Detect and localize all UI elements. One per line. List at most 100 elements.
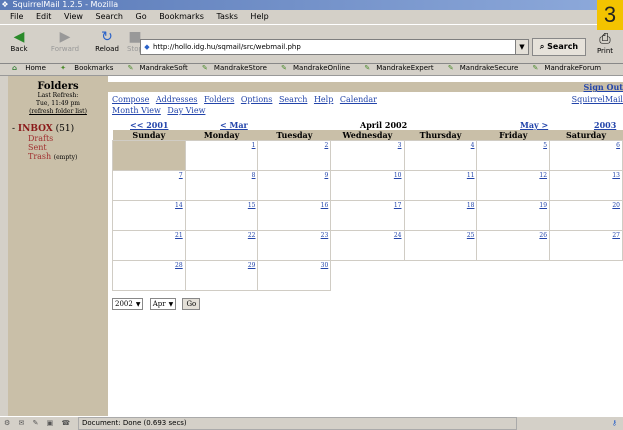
bookmark-mandrakeexpert[interactable]: ✎MandrakeExpert [358, 64, 433, 72]
refresh-folder-list-link[interactable]: (refresh folder list) [29, 108, 87, 115]
sidebar-splitter[interactable] [0, 76, 8, 416]
calendar-day-cell[interactable]: 18 [404, 201, 477, 231]
calendar-day-link[interactable]: 15 [248, 202, 256, 209]
calendar-day-link[interactable]: 5 [543, 142, 547, 149]
back-button[interactable]: ◀ Back [4, 29, 34, 53]
component-bar-icons[interactable]: ⚙ ✉ ✎ ▣ ☎ [4, 417, 73, 430]
month-view-link[interactable]: Month View [112, 106, 161, 115]
calendar-day-cell[interactable]: 11 [404, 171, 477, 201]
calendar-day-cell[interactable]: 13 [550, 171, 623, 201]
compose-link[interactable]: Compose [112, 95, 149, 104]
menu-file[interactable]: File [10, 12, 23, 21]
calendar-day-link[interactable]: 9 [324, 172, 328, 179]
prev-month-link[interactable]: < Mar [220, 120, 248, 130]
calendar-day-cell[interactable]: 26 [477, 231, 550, 261]
calendar-day-cell[interactable]: 5 [477, 141, 550, 171]
reload-button[interactable]: ↻ Reload [92, 29, 122, 53]
print-button[interactable]: ⎙ Print [590, 31, 620, 55]
calendar-day-link[interactable]: 21 [175, 232, 183, 239]
calendar-day-cell[interactable]: 30 [258, 261, 331, 291]
next-month-link[interactable]: May > [520, 120, 548, 130]
menu-help[interactable]: Help [250, 12, 268, 21]
calendar-day-link[interactable]: 10 [394, 172, 402, 179]
menu-go[interactable]: Go [136, 12, 147, 21]
calendar-day-link[interactable]: 27 [612, 232, 620, 239]
calendar-day-link[interactable]: 4 [471, 142, 475, 149]
calendar-day-link[interactable]: 28 [175, 262, 183, 269]
calendar-day-cell[interactable]: 21 [113, 231, 186, 261]
calendar-day-link[interactable]: 14 [175, 202, 183, 209]
menu-bookmarks[interactable]: Bookmarks [159, 12, 204, 21]
calendar-day-link[interactable]: 30 [321, 262, 329, 269]
folder-inbox[interactable]: - INBOX (51) [12, 124, 108, 134]
year-select[interactable]: 2002▼ [112, 298, 143, 310]
calendar-day-cell[interactable]: 15 [185, 201, 258, 231]
folder-sent[interactable]: Sent [28, 143, 108, 152]
calendar-day-link[interactable]: 29 [248, 262, 256, 269]
calendar-day-cell[interactable]: 28 [113, 261, 186, 291]
bookmark-mandrakesoft[interactable]: ✎MandrakeSoft [122, 64, 188, 72]
calendar-day-cell[interactable]: 12 [477, 171, 550, 201]
calendar-day-cell[interactable]: 10 [331, 171, 404, 201]
calendar-day-link[interactable]: 6 [616, 142, 620, 149]
go-button[interactable]: Go [182, 298, 200, 310]
calendar-day-cell[interactable]: 25 [404, 231, 477, 261]
calendar-day-cell[interactable]: 2 [258, 141, 331, 171]
menu-search[interactable]: Search [96, 12, 123, 21]
calendar-day-cell[interactable]: 14 [113, 201, 186, 231]
day-view-link[interactable]: Day View [167, 106, 205, 115]
search-button[interactable]: ⌕ Search [532, 38, 586, 56]
calendar-day-cell[interactable]: 17 [331, 201, 404, 231]
calendar-day-cell[interactable]: 24 [331, 231, 404, 261]
calendar-day-link[interactable]: 12 [539, 172, 547, 179]
bookmarks-link[interactable]: ✦ Bookmarks [54, 64, 113, 72]
sign-out-link[interactable]: Sign Out [584, 82, 623, 92]
calendar-day-link[interactable]: 13 [612, 172, 620, 179]
search-link[interactable]: Search [279, 95, 307, 104]
calendar-day-cell[interactable]: 1 [185, 141, 258, 171]
calendar-day-cell[interactable]: 9 [258, 171, 331, 201]
calendar-day-link[interactable]: 24 [394, 232, 402, 239]
help-link[interactable]: Help [314, 95, 333, 104]
calendar-day-cell[interactable]: 7 [113, 171, 186, 201]
menu-view[interactable]: View [64, 12, 83, 21]
calendar-day-cell[interactable]: 20 [550, 201, 623, 231]
bookmark-mandrakestore[interactable]: ✎MandrakeStore [196, 64, 267, 72]
folder-trash[interactable]: Trash (empty) [28, 152, 108, 162]
calendar-day-cell[interactable]: 29 [185, 261, 258, 291]
calendar-day-link[interactable]: 23 [321, 232, 329, 239]
url-field[interactable]: ◆http://hollo.idg.hu/sqmail/src/webmail.… [140, 39, 518, 55]
calendar-link[interactable]: Calendar [340, 95, 377, 104]
calendar-day-cell[interactable]: 23 [258, 231, 331, 261]
menu-edit[interactable]: Edit [36, 12, 52, 21]
squirrelmail-link[interactable]: SquirrelMail [572, 95, 623, 104]
calendar-day-cell[interactable]: 4 [404, 141, 477, 171]
calendar-day-link[interactable]: 22 [248, 232, 256, 239]
calendar-day-link[interactable]: 7 [179, 172, 183, 179]
calendar-day-link[interactable]: 19 [539, 202, 547, 209]
url-dropdown-button[interactable]: ▼ [515, 39, 529, 55]
calendar-day-link[interactable]: 8 [252, 172, 256, 179]
calendar-day-link[interactable]: 3 [398, 142, 402, 149]
calendar-day-link[interactable]: 26 [539, 232, 547, 239]
calendar-day-cell[interactable]: 8 [185, 171, 258, 201]
calendar-day-link[interactable]: 11 [467, 172, 475, 179]
forward-button[interactable]: ▶ Forward [50, 29, 80, 53]
bookmark-mandrakeonline[interactable]: ✎MandrakeOnline [275, 64, 350, 72]
addresses-link[interactable]: Addresses [156, 95, 198, 104]
calendar-day-link[interactable]: 25 [467, 232, 475, 239]
home-link[interactable]: ⌂ Home [6, 64, 46, 72]
calendar-day-cell[interactable]: 22 [185, 231, 258, 261]
calendar-day-cell[interactable]: 16 [258, 201, 331, 231]
calendar-day-link[interactable]: 16 [321, 202, 329, 209]
calendar-day-link[interactable]: 1 [252, 142, 256, 149]
calendar-day-link[interactable]: 2 [324, 142, 328, 149]
folder-drafts[interactable]: Drafts [28, 134, 108, 143]
calendar-day-link[interactable]: 18 [467, 202, 475, 209]
prev-year-link[interactable]: << 2001 [130, 120, 168, 130]
calendar-day-cell[interactable]: 6 [550, 141, 623, 171]
menu-tasks[interactable]: Tasks [216, 12, 237, 21]
calendar-day-link[interactable]: 20 [612, 202, 620, 209]
calendar-day-cell[interactable]: 3 [331, 141, 404, 171]
bookmark-mandrakeforum[interactable]: ✎MandrakeForum [527, 64, 602, 72]
